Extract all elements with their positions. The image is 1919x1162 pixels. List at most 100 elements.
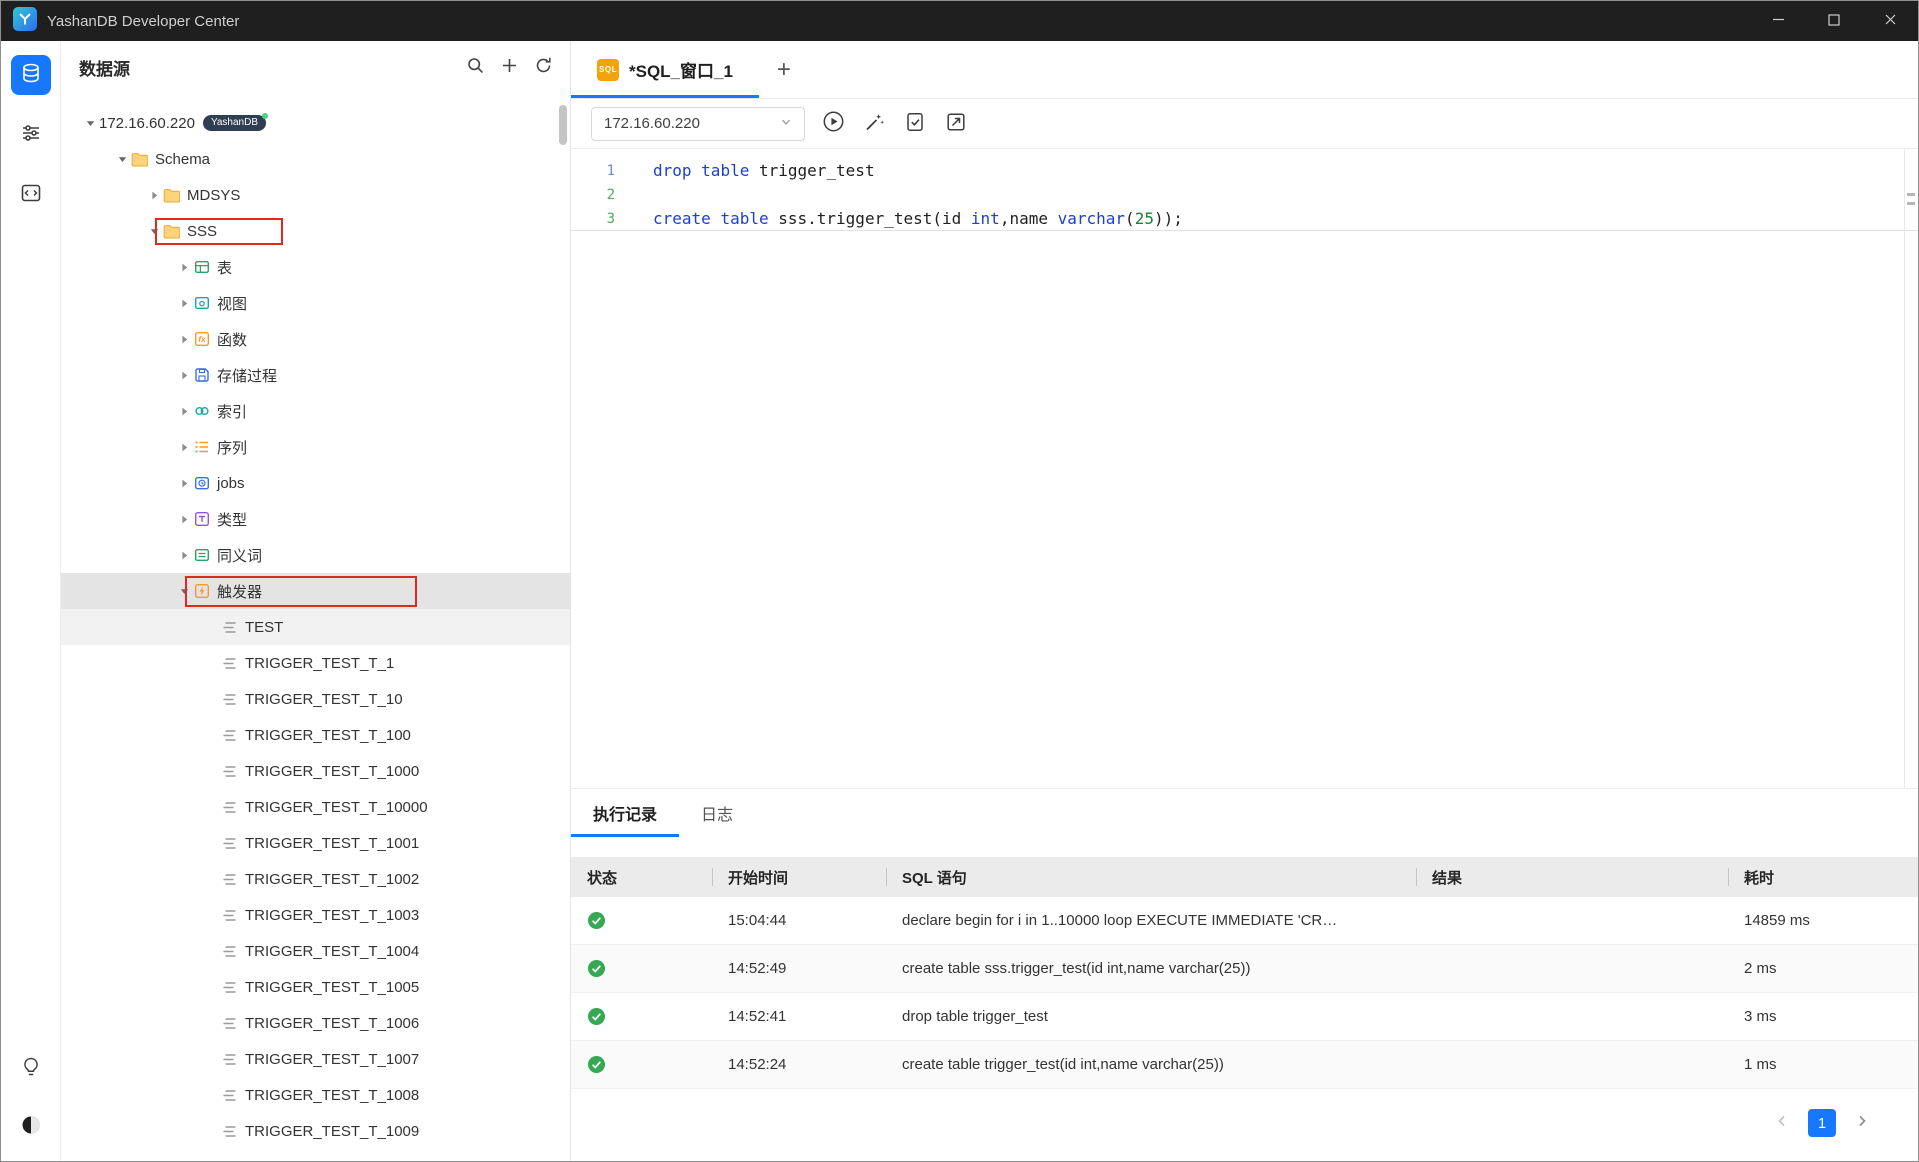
- sql-editor[interactable]: 1 drop table trigger_test 2 3 create table s…: [571, 149, 1918, 788]
- close-button[interactable]: [1862, 1, 1918, 41]
- chevron-right-icon[interactable]: [175, 514, 193, 525]
- chevron-right-icon[interactable]: [175, 370, 193, 381]
- tree-node: TRIGGER_TEST_T_1: [221, 655, 394, 672]
- tree-node: TRIGGER_TEST_T_1003: [221, 907, 419, 924]
- page-number-button[interactable]: 1: [1808, 1109, 1836, 1137]
- tab-log[interactable]: 日志: [679, 789, 755, 837]
- trigger-item-icon: [221, 1123, 238, 1140]
- success-icon: [587, 959, 606, 978]
- tree-item-label: TRIGGER_TEST_T_1001: [245, 834, 420, 852]
- tree-item-triggers[interactable]: 触发器: [61, 573, 570, 609]
- database-icon: [20, 62, 42, 88]
- editor-line: 1 drop table trigger_test: [571, 159, 1918, 183]
- maximize-button[interactable]: [1806, 1, 1862, 41]
- connection-select-value: 172.16.60.220: [604, 115, 700, 132]
- trigger-item-icon: [221, 907, 238, 924]
- tree-item-trigger-test-t-1008[interactable]: TRIGGER_TEST_T_1008: [61, 1077, 570, 1113]
- tree-item-connection-172-16-60-220[interactable]: 172.16.60.220 YashanDB: [61, 105, 570, 141]
- export-plan-icon: [945, 111, 967, 137]
- status-cell: [571, 993, 712, 1040]
- chevron-right-icon[interactable]: [145, 190, 163, 201]
- tree-item-label: TRIGGER_TEST_T_1: [245, 654, 395, 672]
- chevron-right-icon[interactable]: [175, 550, 193, 561]
- validate-button[interactable]: [902, 111, 928, 137]
- refresh-button[interactable]: [530, 54, 556, 80]
- editor-toolbar: 172.16.60.220: [571, 99, 1918, 149]
- jobs-icon: [193, 475, 210, 492]
- tree-item-sequences[interactable]: 序列: [61, 429, 570, 465]
- tree-item-trigger-test-t-100[interactable]: TRIGGER_TEST_T_100: [61, 717, 570, 753]
- tree-item-procedures[interactable]: 存储过程: [61, 357, 570, 393]
- folder-icon: [163, 187, 180, 204]
- chevron-right-icon[interactable]: [175, 442, 193, 453]
- next-page-button[interactable]: [1850, 1111, 1874, 1135]
- sidebar-scrollbar[interactable]: [559, 105, 567, 145]
- nav-datasource-button[interactable]: [10, 55, 51, 95]
- search-button[interactable]: [462, 54, 488, 80]
- tree-item-trigger-test-t-1004[interactable]: TRIGGER_TEST_T_1004: [61, 933, 570, 969]
- tree-item-trigger-test-t-1[interactable]: TRIGGER_TEST_T_1: [61, 645, 570, 681]
- chevron-right-icon[interactable]: [175, 298, 193, 309]
- tree-item-indexes[interactable]: 索引: [61, 393, 570, 429]
- execution-record-row[interactable]: 15:04:44 declare begin for i in 1..10000 …: [571, 897, 1918, 945]
- execution-record-row[interactable]: 14:52:49 create table sss.trigger_test(id…: [571, 945, 1918, 993]
- search-icon: [466, 56, 485, 79]
- tree-item-label: Schema: [155, 150, 211, 168]
- tree-item-trigger-test[interactable]: TEST: [61, 609, 570, 645]
- add-datasource-button[interactable]: [496, 54, 522, 80]
- theme-toggle-button[interactable]: [11, 1107, 51, 1147]
- chevron-right-icon[interactable]: [175, 262, 193, 273]
- chevron-right-icon[interactable]: [175, 334, 193, 345]
- chevron-down-icon[interactable]: [81, 118, 99, 129]
- tree-item-trigger-test-t-1006[interactable]: TRIGGER_TEST_T_1006: [61, 1005, 570, 1041]
- tree-item-schema[interactable]: Schema: [61, 141, 570, 177]
- trigger-item-icon: [221, 943, 238, 960]
- nav-sql-console-button[interactable]: [11, 175, 51, 215]
- prev-page-button[interactable]: [1770, 1111, 1794, 1135]
- column-separator: [1728, 868, 1729, 886]
- tree-item-trigger-test-t-1000[interactable]: TRIGGER_TEST_T_1000: [61, 753, 570, 789]
- connection-select[interactable]: 172.16.60.220: [591, 106, 805, 141]
- tree-item-functions[interactable]: fx 函数: [61, 321, 570, 357]
- close-icon: [1884, 13, 1897, 30]
- tree-item-synonyms[interactable]: 同义词: [61, 537, 570, 573]
- tree-node: TRIGGER_TEST_T_10000: [221, 799, 428, 816]
- tree-item-views[interactable]: 视图: [61, 285, 570, 321]
- editor-line: 2: [571, 183, 1918, 207]
- minimize-button[interactable]: [1750, 1, 1806, 41]
- execution-plan-button[interactable]: [943, 111, 969, 137]
- tree-item-label: TRIGGER_TEST_T_1008: [245, 1086, 420, 1104]
- trigger-item-icon: [221, 835, 238, 852]
- tree-item-tables[interactable]: 表: [61, 249, 570, 285]
- tree-node: 序列: [193, 437, 247, 458]
- tree-item-trigger-test-t-1007[interactable]: TRIGGER_TEST_T_1007: [61, 1041, 570, 1077]
- nav-settings-button[interactable]: [11, 115, 51, 155]
- tab-execution-history[interactable]: 执行记录: [571, 789, 680, 837]
- tree-item-trigger-test-t-1009[interactable]: TRIGGER_TEST_T_1009: [61, 1113, 570, 1149]
- tree-item-types[interactable]: 类型: [61, 501, 570, 537]
- beautify-button[interactable]: [861, 111, 887, 137]
- tree-item-trigger-test-t-10[interactable]: TRIGGER_TEST_T_10: [61, 681, 570, 717]
- tab-sql-window-1[interactable]: SQL *SQL_窗口_1: [571, 41, 759, 98]
- hint-button[interactable]: [11, 1049, 51, 1089]
- duration-cell: 14859 ms: [1744, 912, 1810, 929]
- tree-item-trigger-test-t-1001[interactable]: TRIGGER_TEST_T_1001: [61, 825, 570, 861]
- tree-item-label: 函数: [217, 331, 248, 349]
- run-button[interactable]: [820, 111, 846, 137]
- tree-item-trigger-test-t-1005[interactable]: TRIGGER_TEST_T_1005: [61, 969, 570, 1005]
- tree-item-trigger-test-t-1003[interactable]: TRIGGER_TEST_T_1003: [61, 897, 570, 933]
- tree-item-label: TRIGGER_TEST_T_1009: [245, 1122, 420, 1140]
- tree-item-trigger-test-t-10000[interactable]: TRIGGER_TEST_T_10000: [61, 789, 570, 825]
- tree-item-mdsys[interactable]: MDSYS: [61, 177, 570, 213]
- chevron-down-icon[interactable]: [113, 154, 131, 165]
- chevron-right-icon[interactable]: [175, 478, 193, 489]
- new-tab-button[interactable]: +: [759, 41, 809, 98]
- execution-record-row[interactable]: 14:52:41 drop table trigger_test 3 ms: [571, 993, 1918, 1041]
- tree-item-trigger-test-t-101[interactable]: TRIGGER_TEST_T_101: [61, 1149, 570, 1162]
- tree-item-trigger-test-t-1002[interactable]: TRIGGER_TEST_T_1002: [61, 861, 570, 897]
- chevron-right-icon[interactable]: [175, 406, 193, 417]
- tree-item-sss[interactable]: SSS: [61, 213, 570, 249]
- editor-scrollbar[interactable]: [1904, 149, 1918, 788]
- execution-record-row[interactable]: 14:52:24 create table trigger_test(id int…: [571, 1041, 1918, 1089]
- tree-item-jobs[interactable]: jobs: [61, 465, 570, 501]
